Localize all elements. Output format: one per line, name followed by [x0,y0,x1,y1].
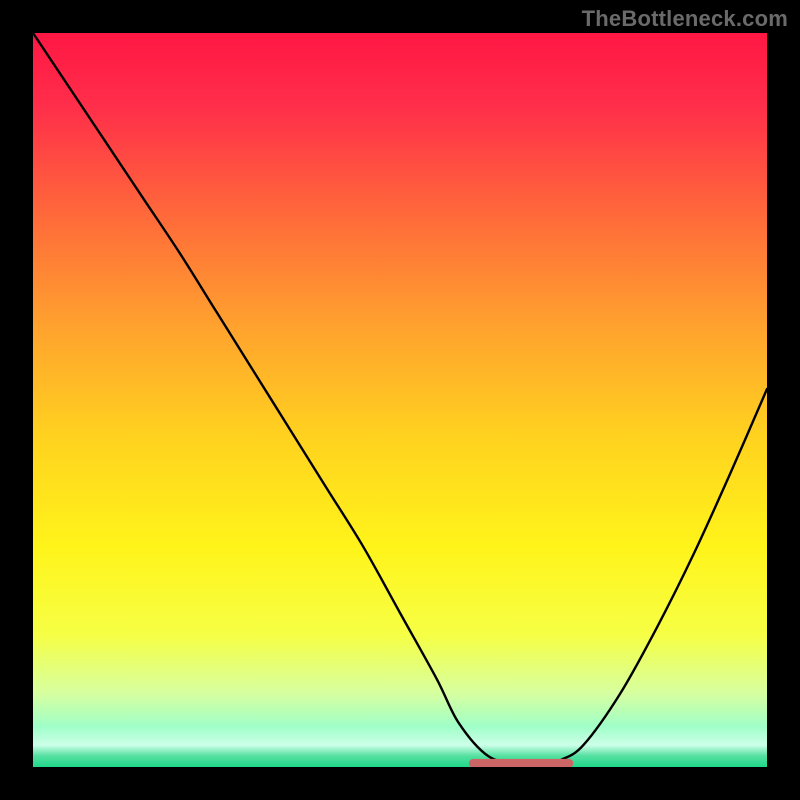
chart-frame: TheBottleneck.com [0,0,800,800]
plot-area [33,33,767,767]
bottleneck-curve-layer [33,33,767,767]
bottleneck-curve [33,33,767,764]
watermark-text: TheBottleneck.com [582,6,788,32]
